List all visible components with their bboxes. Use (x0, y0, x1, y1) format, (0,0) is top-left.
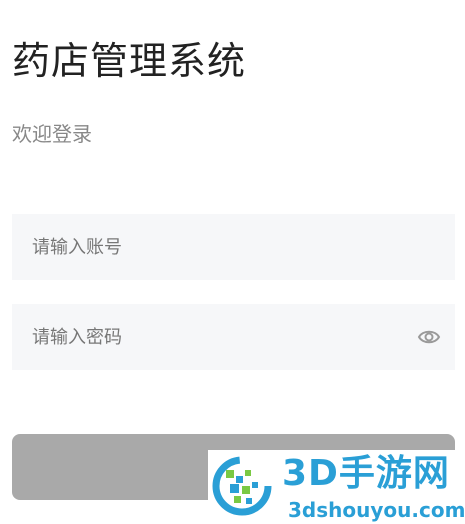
password-input[interactable] (32, 304, 412, 370)
password-field (12, 304, 455, 370)
welcome-subtitle: 欢迎登录 (12, 122, 92, 146)
watermark: 3D手游网 3dshouyou.com (208, 450, 465, 524)
3dshouyou-logo-icon (212, 456, 272, 516)
account-field (12, 214, 455, 280)
eye-icon[interactable] (417, 327, 441, 347)
watermark-name: 3D手游网 (282, 453, 450, 494)
login-page: 药店管理系统 欢迎登录 3D (0, 0, 465, 524)
page-title: 药店管理系统 (12, 39, 247, 83)
watermark-url: 3dshouyou.com (288, 498, 465, 522)
account-input[interactable] (32, 214, 412, 280)
